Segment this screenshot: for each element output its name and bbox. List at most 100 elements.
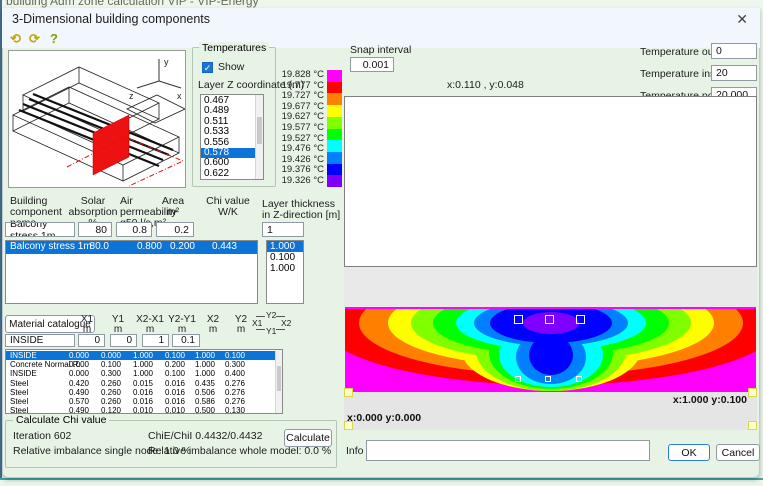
material-list-row[interactable]: Steel0.4900.2600.0160.0160.5060.276 — [6, 388, 275, 397]
material-row-value: 0.100 — [87, 360, 121, 369]
info-label: Info — [346, 445, 364, 457]
close-icon[interactable]: ✕ — [736, 11, 748, 28]
help-icon[interactable]: ? — [50, 31, 58, 46]
snap-interval-input[interactable]: 0.001 — [350, 57, 394, 72]
material-row-value: 0.435 — [181, 379, 215, 388]
section-drawing-area[interactable] — [344, 96, 757, 267]
measurement-point-marker — [576, 315, 585, 324]
temperature-outside-input[interactable]: 0 — [711, 43, 757, 59]
layer-z-scrollbar[interactable] — [255, 95, 263, 179]
scale-temperature-label: 19.577 °C — [276, 123, 324, 134]
info-input[interactable] — [366, 440, 650, 461]
material-row-value: 1.000 — [181, 360, 215, 369]
plot-corner-bottom-left-label: x:0.000 y:0.000 — [347, 412, 421, 424]
scale-color-band — [327, 93, 342, 105]
material-list-row[interactable]: Steel0.4200.2600.0150.0160.4350.276 — [6, 379, 275, 388]
diagram-y2-label: Y2 — [266, 310, 276, 320]
material-y1-input[interactable]: 0 — [110, 334, 137, 347]
material-row-value: 0.016 — [151, 388, 185, 397]
material-row-value: 1.000 — [119, 360, 153, 369]
plot-handle-bottom-right[interactable] — [748, 421, 757, 430]
material-row-value: 0.276 — [211, 388, 245, 397]
solar-absorption-input[interactable]: 80 — [78, 222, 112, 237]
material-row-value: 0.130 — [211, 406, 245, 414]
measurement-point-marker — [514, 315, 523, 324]
material-row-value: 1.000 — [119, 369, 153, 378]
material-row-value: 0.000 — [55, 351, 89, 360]
scale-color-band — [327, 129, 342, 141]
iteration-label: Iteration 602 — [13, 430, 71, 442]
axis-y-label: y — [164, 57, 169, 67]
material-list-row[interactable]: Concrete Normal R..0.0000.1001.0000.2001… — [6, 360, 275, 369]
show-checkbox[interactable]: ✓ — [202, 62, 213, 73]
scale-color-band — [327, 70, 342, 82]
material-row-name: Steel — [10, 406, 28, 414]
diagram-x2-label: X2 — [281, 318, 291, 328]
layer-z-list[interactable]: 0.4670.4890.5110.5330.5560.5780.6000.622 — [200, 94, 264, 180]
material-row-value: 0.016 — [119, 397, 153, 406]
plot-handle-top-right[interactable] — [748, 388, 757, 397]
ok-button[interactable]: OK — [668, 444, 710, 461]
calculate-button[interactable]: Calculate — [284, 429, 332, 447]
material-row-value: 0.016 — [151, 379, 185, 388]
parent-window-title: building Adm zone calculation VIP - VIP-… — [6, 0, 259, 8]
temperature-color-bar — [327, 70, 342, 187]
material-list-row[interactable]: Steel0.5700.2600.0160.0160.5860.276 — [6, 397, 275, 406]
material-row-value: 0.260 — [87, 388, 121, 397]
temperatures-group-label: Temperatures — [199, 42, 269, 54]
plot-corner-bottom-right-label: x:1.000 y:0.100 — [673, 394, 747, 406]
material-list-row[interactable]: Steel0.4900.1200.0100.0100.5000.130 — [6, 406, 275, 414]
material-row-value: 0.586 — [181, 397, 215, 406]
temperature-inside-input[interactable]: 20 — [711, 65, 757, 81]
layer-thickness-input[interactable]: 1 — [262, 222, 304, 237]
material-dx-input[interactable]: 1 — [142, 334, 169, 347]
material-row-value: 0.400 — [211, 369, 245, 378]
material-row-value: 0.260 — [87, 379, 121, 388]
layer-thickness-item[interactable]: 0.100 — [267, 252, 303, 263]
material-row-value: 0.506 — [181, 388, 215, 397]
layer-thickness-label-2: in Z-direction [m] — [262, 209, 340, 221]
material-row-value: 0.100 — [151, 351, 185, 360]
scale-color-band — [327, 117, 342, 129]
scale-temperature-label: 19.828 °C — [276, 70, 324, 81]
header-chi-value: Chi valueW/K — [200, 196, 256, 218]
material-row-value: 0.300 — [211, 360, 245, 369]
plot-handle-top-left[interactable] — [344, 388, 353, 397]
material-name-input[interactable]: INSIDE — [5, 334, 75, 347]
component-name-input[interactable]: Balcony stress 1m — [5, 222, 75, 237]
material-x1-input[interactable]: 0 — [78, 334, 105, 347]
material-row-value: 0.010 — [119, 406, 153, 414]
material-list-row[interactable]: INSIDE0.0000.0001.0000.1001.0000.100 — [6, 351, 275, 360]
layer-z-item[interactable]: 0.533 — [201, 127, 255, 137]
material-row-value: 0.420 — [55, 379, 89, 388]
material-row-name: Steel — [10, 388, 28, 397]
material-row-value: 0.100 — [151, 369, 185, 378]
cursor-coordinates-readout: x:0.110 , y:0.048 — [447, 79, 524, 91]
component-list[interactable]: Balcony stress 1m 80.0 0.800 0.200 0.443 — [5, 240, 258, 304]
cancel-button[interactable]: Cancel — [716, 444, 760, 461]
scale-color-band — [327, 82, 342, 94]
material-list-row[interactable]: INSIDE0.0000.3001.0000.1001.0000.400 — [6, 369, 275, 378]
layer-thickness-list[interactable]: 1.0000.1001.000 — [266, 240, 304, 304]
layer-thickness-item[interactable]: 1.000 — [267, 263, 303, 274]
area-input[interactable]: 0.2 — [156, 222, 194, 237]
chie-chii-label: ChiE/ChiI 0.4432/0.4432 — [148, 430, 262, 442]
air-permeability-input[interactable]: 0.8 — [116, 222, 152, 237]
temperature-field-plot[interactable] — [345, 307, 756, 392]
layer-thickness-item[interactable]: 1.000 — [267, 241, 303, 252]
undo-icon[interactable]: ⟲ — [10, 31, 21, 47]
layer-z-item[interactable]: 0.622 — [201, 169, 255, 179]
material-row-value: 0.010 — [151, 406, 185, 414]
material-row-value: 0.100 — [211, 351, 245, 360]
material-list[interactable]: INSIDE0.0000.0001.0000.1001.0000.100Conc… — [5, 349, 283, 414]
material-dy-input[interactable]: 0.1 — [172, 334, 200, 347]
snap-interval-label: Snap interval — [350, 44, 411, 56]
dialog-title: 3-Dimensional building components — [12, 12, 210, 26]
3d-viewport[interactable]: y x z — [8, 50, 186, 188]
material-list-scrollbar[interactable] — [275, 350, 282, 413]
redo-icon[interactable]: ⟳ — [29, 31, 40, 47]
material-row-value: 0.276 — [211, 379, 245, 388]
component-list-row[interactable]: Balcony stress 1m 80.0 0.800 0.200 0.443 — [6, 241, 257, 254]
plot-handle-bottom-left[interactable] — [344, 421, 353, 430]
material-row-name: INSIDE — [10, 369, 37, 378]
